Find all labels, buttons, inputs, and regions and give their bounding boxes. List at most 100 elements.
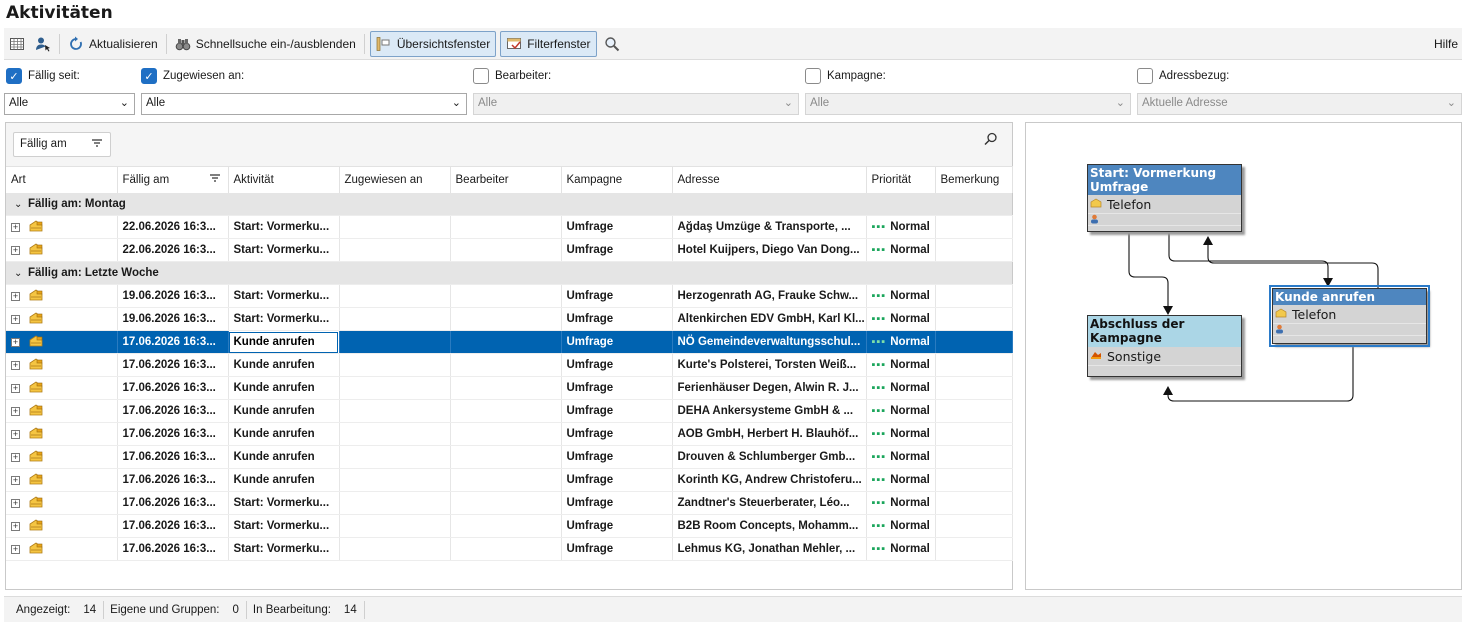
due-cell-text: 17.06.2026 16:3... — [122, 405, 216, 417]
col-header-note[interactable]: Bemerkung — [935, 166, 1013, 193]
campaign-cell: Umfrage — [561, 445, 673, 469]
search-icon[interactable] — [984, 132, 998, 149]
address-ref-checkbox[interactable] — [1137, 68, 1153, 84]
expand-icon[interactable]: + — [11, 429, 20, 439]
phone-icon — [28, 495, 44, 512]
col-header-activity[interactable]: Aktivität — [228, 166, 340, 193]
group-row[interactable]: ⌄ Fällig am: Letzte Woche — [6, 261, 1012, 285]
address-cell: Drouven & Schlumberger Gmb... — [672, 445, 867, 469]
editor-checkbox[interactable] — [473, 68, 489, 84]
activity-grid: Fällig am Art Fällig am Aktivität Zugewi… — [5, 122, 1013, 590]
help-button[interactable]: Hilfe — [1429, 31, 1462, 57]
expand-icon[interactable]: + — [11, 360, 20, 370]
filter-window-button[interactable]: Filterfenster — [500, 30, 597, 57]
expand-icon[interactable]: + — [11, 475, 20, 485]
group-chip-due[interactable]: Fällig am — [13, 132, 111, 157]
chevron-down-icon[interactable]: ⌄ — [14, 199, 28, 210]
expand-icon[interactable]: + — [11, 291, 20, 301]
priority-label: Normal — [890, 290, 930, 302]
grid-view-button[interactable] — [4, 31, 30, 57]
note-cell — [935, 330, 1013, 354]
table-row[interactable]: +17.06.2026 16:3... Kunde anrufen Umfrage A… — [6, 422, 1013, 446]
campaign-cell: Umfrage — [561, 238, 673, 262]
due-since-checkbox[interactable]: ✓ — [6, 68, 22, 84]
expand-icon[interactable]: + — [11, 222, 20, 232]
address-ref-dropdown[interactable]: Aktuelle Adresse ⌄ — [1137, 93, 1462, 115]
overview-window-button[interactable]: Übersichtsfenster — [369, 30, 497, 57]
chevron-down-icon[interactable]: ⌄ — [14, 268, 28, 279]
col-header-priority[interactable]: Priorität — [866, 166, 936, 193]
due-cell: 17.06.2026 16:3... — [117, 376, 229, 400]
table-row[interactable]: +17.06.2026 16:3... Start: Vormerku... Umf… — [6, 514, 1013, 538]
node-start[interactable]: Start: Vormerkung Umfrage Telefon — [1087, 164, 1242, 232]
editor-cell — [450, 514, 562, 538]
expand-icon[interactable]: + — [11, 521, 20, 531]
expand-icon[interactable]: + — [11, 314, 20, 324]
zoom-button[interactable] — [599, 31, 625, 57]
address-cell: AOB GmbH, Herbert H. Blauhöf... — [672, 422, 867, 446]
col-header-address[interactable]: Adresse — [672, 166, 867, 193]
filter-icon[interactable] — [91, 137, 103, 152]
col-header-campaign[interactable]: Kampagne — [561, 166, 673, 193]
table-row[interactable]: +19.06.2026 16:3... Start: Vormerku... Umf… — [6, 284, 1013, 308]
expand-icon[interactable]: + — [11, 383, 20, 393]
group-row[interactable]: ⌄ Fällig am: Montag — [6, 192, 1012, 216]
col-header-assigned[interactable]: Zugewiesen an — [339, 166, 451, 193]
filter-campaign[interactable]: Kampagne: — [805, 68, 886, 84]
filter-editor[interactable]: Bearbeiter: — [473, 68, 551, 84]
filter-icon[interactable] — [209, 172, 221, 187]
col-header-due[interactable]: Fällig am — [117, 166, 229, 193]
editor-dropdown[interactable]: Alle ⌄ — [473, 93, 799, 115]
table-row[interactable]: +17.06.2026 16:3... Kunde anrufen Umfrage F… — [6, 376, 1013, 400]
binoculars-icon — [175, 36, 191, 52]
assigned-to-checkbox[interactable]: ✓ — [141, 68, 157, 84]
table-row[interactable]: +19.06.2026 16:3... Start: Vormerku... Umf… — [6, 307, 1013, 331]
expand-icon[interactable]: + — [11, 245, 20, 255]
table-row[interactable]: +17.06.2026 16:3... Kunde anrufen Umfrage K… — [6, 468, 1013, 492]
campaign-dropdown[interactable]: Alle ⌄ — [805, 93, 1131, 115]
toolbar-separator — [59, 33, 60, 54]
connector-start-to-abschluss — [1128, 233, 1169, 313]
quicksearch-toggle-button[interactable]: Schnellsuche ein-/ausblenden — [170, 31, 361, 57]
assigned-to-dropdown[interactable]: Alle ⌄ — [141, 93, 467, 115]
node-abschluss[interactable]: Abschluss der Kampagne Sonstige — [1087, 315, 1242, 377]
col-header-editor[interactable]: Bearbeiter — [450, 166, 562, 193]
table-row[interactable]: +22.06.2026 16:3... Start: Vormerku... Umf… — [6, 215, 1013, 239]
user-select-button[interactable] — [30, 31, 56, 57]
table-row[interactable]: +17.06.2026 16:3... Kunde anrufen Umfrage D… — [6, 445, 1013, 469]
filter-assigned-to[interactable]: ✓ Zugewiesen an: — [141, 68, 244, 84]
due-cell: 22.06.2026 16:3... — [117, 215, 229, 239]
table-row[interactable]: +17.06.2026 16:3... Kunde anrufen Umfrage K… — [6, 353, 1013, 377]
table-row[interactable]: +17.06.2026 16:3... Start: Vormerku... Umf… — [6, 537, 1013, 561]
refresh-button[interactable]: Aktualisieren — [63, 31, 163, 57]
table-row[interactable]: +17.06.2026 16:3... Start: Vormerku... Umf… — [6, 491, 1013, 515]
node-kunde-anrufen[interactable]: Kunde anrufen Telefon — [1269, 285, 1430, 347]
activity-cell-text: Kunde anrufen — [233, 428, 315, 440]
phone-icon — [28, 311, 44, 328]
status-shown-count: 14 — [76, 600, 105, 619]
due-cell-text: 17.06.2026 16:3... — [122, 451, 216, 463]
priority-label: Normal — [890, 313, 930, 325]
filter-address-ref[interactable]: Adressbezug: — [1137, 68, 1229, 84]
expand-icon[interactable]: + — [11, 406, 20, 416]
table-row[interactable]: +22.06.2026 16:3... Start: Vormerku... Umf… — [6, 238, 1013, 262]
due-since-dropdown[interactable]: Alle ⌄ — [4, 93, 135, 115]
assigned-cell — [339, 307, 451, 331]
workflow-diagram: Start: Vormerkung Umfrage Telefon Kunde … — [1025, 122, 1462, 590]
expand-icon[interactable]: + — [11, 337, 20, 347]
expand-icon[interactable]: + — [11, 498, 20, 508]
note-cell — [935, 238, 1013, 262]
col-header-type[interactable]: Art — [6, 166, 118, 193]
expand-icon[interactable]: + — [11, 544, 20, 554]
chevron-down-icon: ⌄ — [783, 97, 793, 109]
campaign-checkbox[interactable] — [805, 68, 821, 84]
editor-cell — [450, 238, 562, 262]
magnifier-icon — [604, 36, 620, 52]
phone-icon — [28, 518, 44, 535]
user-cursor-icon — [35, 36, 51, 52]
expand-icon[interactable]: + — [11, 452, 20, 462]
filter-due-since[interactable]: ✓ Fällig seit: — [6, 68, 80, 84]
table-row[interactable]: +17.06.2026 16:3... Kunde anrufen Umfrage D… — [6, 399, 1013, 423]
table-row[interactable]: +17.06.2026 16:3... Kunde anrufen Umfrage N… — [6, 330, 1013, 354]
arrowhead — [1163, 386, 1173, 395]
